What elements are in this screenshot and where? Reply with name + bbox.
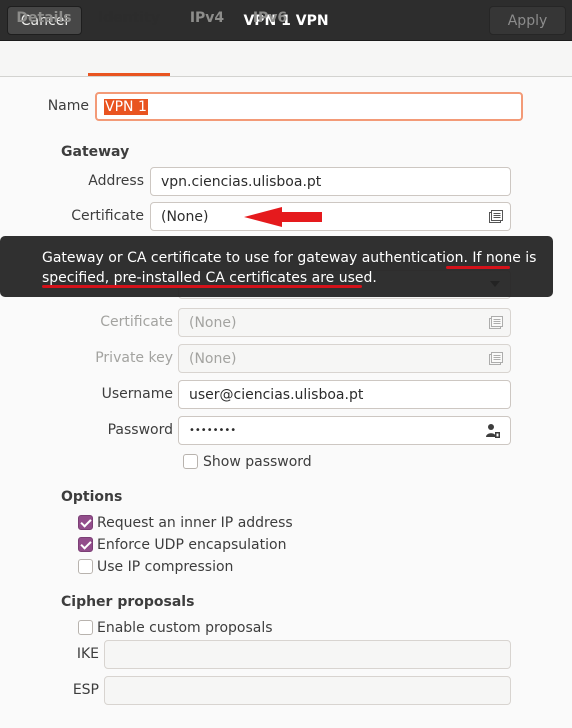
address-field[interactable]: vpn.ciencias.ulisboa.pt	[150, 167, 511, 196]
apply-button[interactable]: Apply	[489, 6, 566, 35]
annotation-arrow	[244, 207, 322, 227]
tab-ipv6[interactable]: IPv6	[242, 0, 298, 36]
esp-field[interactable]	[104, 676, 511, 705]
ip-compression-label[interactable]: Use IP compression	[97, 557, 233, 577]
esp-label: ESP	[72, 682, 99, 698]
custom-proposals-label[interactable]: Enable custom proposals	[97, 618, 273, 638]
tab-bar	[0, 41, 572, 77]
show-password-checkbox[interactable]	[183, 454, 198, 469]
file-chooser-icon[interactable]	[489, 316, 503, 329]
private-key-value: (None)	[189, 350, 237, 367]
request-inner-ip-label[interactable]: Request an inner IP address	[97, 513, 293, 533]
file-chooser-icon[interactable]	[489, 352, 503, 365]
annotation-underline-2	[42, 285, 362, 288]
active-tab-indicator	[88, 73, 170, 76]
ike-label: IKE	[76, 646, 99, 662]
private-key-chooser[interactable]: (None)	[178, 344, 511, 373]
auth-certificate-label: Certificate	[100, 314, 173, 330]
tab-identity[interactable]: Identity	[88, 0, 170, 36]
password-value: ••••••••	[189, 425, 237, 436]
ike-field[interactable]	[104, 640, 511, 669]
gateway-certificate-value: (None)	[161, 208, 209, 225]
username-value: user@ciencias.ulisboa.pt	[189, 386, 364, 403]
annotation-underline-1	[446, 266, 510, 269]
ip-compression-checkbox[interactable]	[78, 559, 93, 574]
custom-proposals-checkbox[interactable]	[78, 620, 93, 635]
name-value: VPN 1	[104, 98, 148, 115]
auth-certificate-chooser[interactable]: (None)	[178, 308, 511, 337]
password-field[interactable]: ••••••••	[178, 416, 511, 445]
password-label: Password	[107, 422, 173, 438]
enforce-udp-checkbox[interactable]	[78, 537, 93, 552]
address-value: vpn.ciencias.ulisboa.pt	[161, 173, 322, 190]
auth-certificate-value: (None)	[189, 314, 237, 331]
password-storage-icon[interactable]	[485, 423, 501, 439]
username-field[interactable]: user@ciencias.ulisboa.pt	[178, 380, 511, 409]
cipher-heading: Cipher proposals	[61, 594, 195, 610]
gateway-certificate-label: Certificate	[71, 208, 144, 224]
gateway-heading: Gateway	[61, 144, 130, 160]
options-heading: Options	[61, 489, 123, 505]
name-field[interactable]: VPN 1	[95, 92, 523, 121]
enforce-udp-label[interactable]: Enforce UDP encapsulation	[97, 535, 286, 555]
private-key-label: Private key	[95, 350, 173, 366]
tab-ipv4[interactable]: IPv4	[178, 0, 236, 36]
gateway-certificate-chooser[interactable]: (None)	[150, 202, 511, 231]
file-chooser-icon[interactable]	[489, 210, 503, 223]
address-label: Address	[88, 173, 144, 189]
show-password-label[interactable]: Show password	[203, 452, 312, 472]
username-label: Username	[101, 386, 173, 402]
request-inner-ip-checkbox[interactable]	[78, 515, 93, 530]
tooltip-line-1: Gateway or CA certificate to use for gat…	[42, 250, 537, 266]
name-label: Name	[47, 98, 89, 114]
tab-details[interactable]: Details	[8, 0, 80, 36]
